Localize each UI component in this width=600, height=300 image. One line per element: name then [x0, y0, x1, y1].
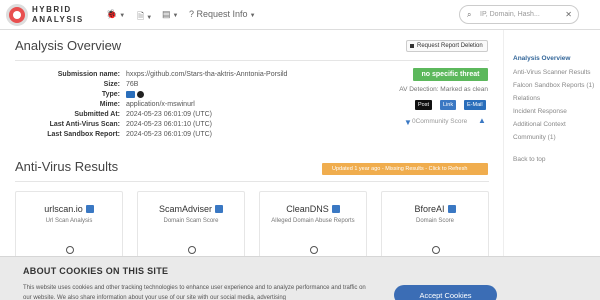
sidebar-item-back-to-top[interactable]: Back to top [513, 156, 546, 163]
chevron-down-icon: ▼ [119, 13, 126, 19]
cookie-banner: ABOUT COOKIES ON THIS SITE This website … [0, 256, 600, 300]
sidebar-item-community[interactable]: Community (1) [513, 134, 556, 141]
bug-menu[interactable]: 🐞 ▼ [106, 9, 125, 20]
sidebar-item-anti-virus[interactable]: Anti-Virus Scanner Results [513, 69, 591, 76]
refresh-banner[interactable]: Updated 1 year ago - Missing Results - C… [322, 163, 488, 175]
brand-name[interactable]: HYBRID ANALYSIS [32, 5, 84, 25]
accept-cookies-button[interactable]: Accept Cookies [394, 285, 497, 300]
chevron-down-icon: ▼ [249, 13, 256, 19]
thumbs-down-icon[interactable]: ▼ [404, 118, 412, 127]
av-detection-text: AV Detection: Marked as clean [399, 86, 488, 93]
close-icon[interactable]: ✕ [565, 10, 572, 19]
info-icon[interactable] [137, 91, 144, 98]
url-type-icon [126, 91, 135, 98]
database-icon: ▤ [162, 9, 171, 19]
link-button[interactable]: Link [440, 100, 457, 110]
spinner-icon [310, 246, 318, 254]
sidebar-item-incident[interactable]: Incident Response [513, 108, 567, 115]
spinner-icon [432, 246, 440, 254]
chevron-down-icon: ▼ [172, 13, 179, 19]
question-circle-icon: ? [189, 9, 195, 19]
divider [15, 181, 489, 182]
sidebar-item-analysis-overview[interactable]: Analysis Overview [513, 55, 570, 62]
document-menu[interactable]: 🗎 ▼ [137, 9, 152, 25]
document-icon: 🗎 [137, 11, 145, 21]
bug-icon: 🐞 [106, 9, 118, 19]
cookie-text: This website uses cookies and other trac… [23, 285, 366, 300]
sidebar-item-relations[interactable]: Relations [513, 95, 540, 102]
external-link-icon[interactable] [447, 205, 456, 213]
search-icon: ⌕ [467, 10, 472, 19]
email-button[interactable]: E-Mail [464, 100, 486, 110]
cookie-title: ABOUT COOKIES ON THIS SITE [23, 266, 169, 276]
logo-icon[interactable] [6, 4, 28, 26]
chevron-down-icon: ▼ [146, 15, 153, 21]
post-x-button[interactable]: Post [415, 100, 433, 110]
divider [15, 60, 489, 61]
database-menu[interactable]: ▤ ▼ [162, 9, 178, 20]
spinner-icon [188, 246, 196, 254]
external-link-icon[interactable] [331, 205, 340, 213]
search-input[interactable]: ⌕ IP, Domain, Hash... ✕ [459, 5, 579, 24]
sidebar-item-falcon[interactable]: Falcon Sandbox Reports (1) [513, 82, 594, 89]
request-deletion-button[interactable]: Request Report Deletion [406, 40, 488, 52]
verdict-badge: no specific threat [413, 68, 488, 81]
external-link-icon[interactable] [215, 205, 223, 213]
thumbs-up-icon[interactable]: ▲ [478, 116, 486, 125]
external-link-icon[interactable] [85, 205, 94, 213]
top-navbar: HYBRID ANALYSIS 🐞 ▼ 🗎 ▼ ▤ ▼ ? Request Info ▼… [0, 0, 600, 30]
request-info-menu[interactable]: ? Request Info ▼ [189, 9, 256, 19]
spinner-icon [66, 246, 74, 254]
sidebar-item-context[interactable]: Additional Context [513, 121, 566, 128]
